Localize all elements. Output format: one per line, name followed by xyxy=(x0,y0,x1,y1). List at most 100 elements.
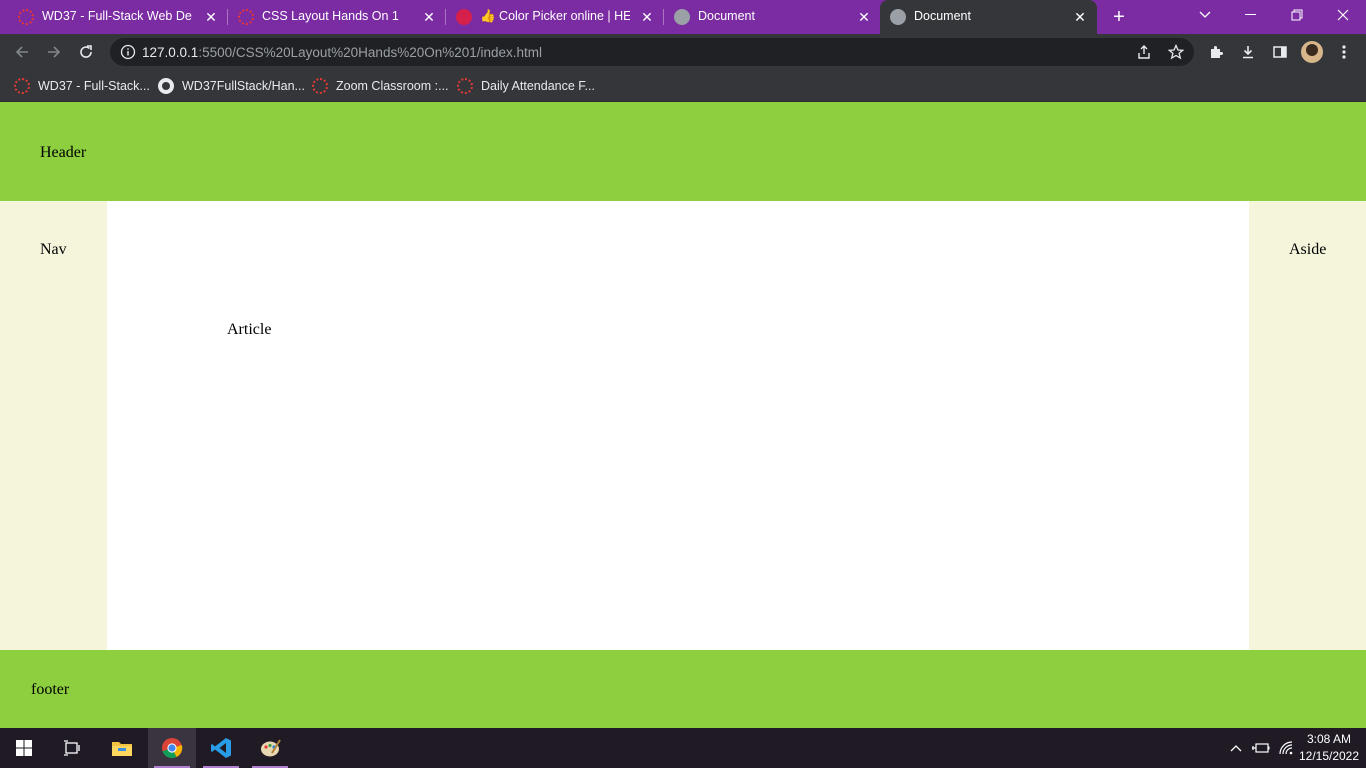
globe-icon xyxy=(890,9,906,25)
close-icon[interactable]: ✕ xyxy=(420,8,438,26)
tab-title: 👍 Color Picker online | HEX xyxy=(480,9,630,23)
back-button[interactable] xyxy=(10,40,34,64)
side-panel-icon xyxy=(1273,46,1287,58)
close-window-button[interactable] xyxy=(1320,0,1366,30)
windows-icon xyxy=(16,740,32,756)
dotted-ring-icon xyxy=(457,78,473,94)
browser-tab[interactable]: CSS Layout Hands On 1 ✕ xyxy=(228,0,444,34)
share-button[interactable] xyxy=(1132,40,1156,64)
bookmark-item[interactable]: Daily Attendance F... xyxy=(457,76,595,96)
show-hidden-icons-button[interactable] xyxy=(1226,738,1246,758)
start-button[interactable] xyxy=(0,728,48,768)
restore-icon xyxy=(1291,9,1303,21)
arrow-left-icon xyxy=(15,46,28,58)
restore-button[interactable] xyxy=(1274,0,1320,30)
globe-icon xyxy=(674,9,690,25)
chrome-taskbar-button[interactable] xyxy=(148,728,196,768)
url-path: :5500/CSS%20Layout%20Hands%20On%201/inde… xyxy=(198,45,543,60)
star-icon xyxy=(1168,44,1184,60)
profile-avatar[interactable] xyxy=(1301,41,1323,63)
bookmarks-bar: WD37 - Full-Stack... WD37FullStack/Han..… xyxy=(0,70,1366,102)
browser-tab[interactable]: Document ✕ xyxy=(664,0,880,34)
close-icon[interactable]: ✕ xyxy=(638,8,656,26)
tab-title: CSS Layout Hands On 1 xyxy=(262,9,399,23)
page-footer: footer xyxy=(0,650,1366,728)
clock-time: 3:08 AM xyxy=(1306,732,1352,746)
bookmark-item[interactable]: Zoom Classroom :... xyxy=(312,76,449,96)
bookmark-item[interactable]: WD37 - Full-Stack... xyxy=(14,76,150,96)
page-viewport: Header Nav Article Aside footer xyxy=(0,102,1366,728)
close-icon xyxy=(1337,9,1349,21)
address-bar[interactable]: 127.0.0.1:5500/CSS%20Layout%20Hands%20On… xyxy=(110,38,1194,66)
page-aside: Aside xyxy=(1249,201,1366,650)
color-picker-icon xyxy=(456,9,472,25)
browser-toolbar: 127.0.0.1:5500/CSS%20Layout%20Hands%20On… xyxy=(0,34,1366,70)
task-view-icon xyxy=(64,740,80,756)
system-clock[interactable]: 3:08 AM 12/15/2022 xyxy=(1298,731,1360,765)
page-nav: Nav xyxy=(0,201,107,650)
chevron-down-icon xyxy=(1199,11,1211,18)
share-icon xyxy=(1138,45,1150,59)
dotted-ring-icon xyxy=(18,9,34,25)
chrome-icon xyxy=(162,738,183,759)
paint-taskbar-button[interactable] xyxy=(246,728,294,768)
download-icon xyxy=(1243,46,1253,59)
battery-button[interactable] xyxy=(1251,738,1271,758)
chevron-up-icon xyxy=(1230,745,1242,752)
tab-title: Document xyxy=(698,9,755,23)
browser-tab-active[interactable]: Document ✕ xyxy=(880,0,1097,34)
arrow-right-icon xyxy=(48,46,61,58)
bookmark-label: WD37 - Full-Stack... xyxy=(38,79,150,93)
taskbar: 3:08 AM 12/15/2022 xyxy=(0,728,1366,768)
tab-search-button[interactable] xyxy=(1182,0,1228,30)
tab-title: Document xyxy=(914,9,971,23)
dotted-ring-icon xyxy=(238,9,254,25)
bookmark-star-button[interactable] xyxy=(1164,40,1188,64)
tab-title: WD37 - Full-Stack Web Deve xyxy=(42,9,192,23)
folder-icon xyxy=(112,742,132,756)
bookmark-label: Daily Attendance F... xyxy=(481,79,595,93)
footer-text: footer xyxy=(31,681,70,698)
reload-button[interactable] xyxy=(74,40,98,64)
forward-button[interactable] xyxy=(42,40,66,64)
page-article: Article xyxy=(107,201,1249,650)
paint-palette-icon xyxy=(261,739,281,757)
article-text: Article xyxy=(227,321,272,338)
header-text: Header xyxy=(40,144,87,161)
clock-date: 12/15/2022 xyxy=(1298,749,1360,763)
close-icon[interactable]: ✕ xyxy=(1071,8,1089,26)
dotted-ring-icon xyxy=(14,78,30,94)
vscode-icon xyxy=(211,738,231,758)
page-header: Header xyxy=(0,102,1366,201)
url-host: 127.0.0.1 xyxy=(142,45,199,60)
url-text: 127.0.0.1:5500/CSS%20Layout%20Hands%20On… xyxy=(142,45,542,60)
aside-text: Aside xyxy=(1289,241,1327,258)
tab-strip: WD37 - Full-Stack Web Deve ✕ CSS Layout … xyxy=(0,0,1366,34)
close-icon[interactable]: ✕ xyxy=(855,8,873,26)
menu-button[interactable] xyxy=(1332,40,1356,64)
more-vertical-icon xyxy=(1342,45,1346,59)
minimize-icon xyxy=(1245,14,1256,15)
browser-tab[interactable]: 👍 Color Picker online | HEX ✕ xyxy=(446,0,662,34)
close-icon[interactable]: ✕ xyxy=(202,8,220,26)
github-icon xyxy=(158,78,174,94)
info-icon[interactable] xyxy=(120,44,136,60)
new-tab-button[interactable]: + xyxy=(1108,6,1130,28)
vscode-taskbar-button[interactable] xyxy=(197,728,245,768)
minimize-button[interactable] xyxy=(1228,0,1274,30)
extensions-button[interactable] xyxy=(1204,40,1228,64)
side-panel-button[interactable] xyxy=(1268,40,1292,64)
reload-icon xyxy=(80,45,92,58)
dotted-ring-icon xyxy=(312,78,328,94)
wifi-icon xyxy=(1279,741,1293,755)
network-button[interactable] xyxy=(1276,738,1296,758)
nav-text: Nav xyxy=(40,241,67,258)
task-view-button[interactable] xyxy=(48,728,96,768)
bookmark-label: WD37FullStack/Han... xyxy=(182,79,305,93)
bookmark-item[interactable]: WD37FullStack/Han... xyxy=(158,76,305,96)
file-explorer-button[interactable] xyxy=(98,728,146,768)
browser-tab[interactable]: WD37 - Full-Stack Web Deve ✕ xyxy=(8,0,226,34)
downloads-button[interactable] xyxy=(1236,40,1260,64)
battery-plug-icon xyxy=(1252,743,1270,753)
bookmark-label: Zoom Classroom :... xyxy=(336,79,449,93)
